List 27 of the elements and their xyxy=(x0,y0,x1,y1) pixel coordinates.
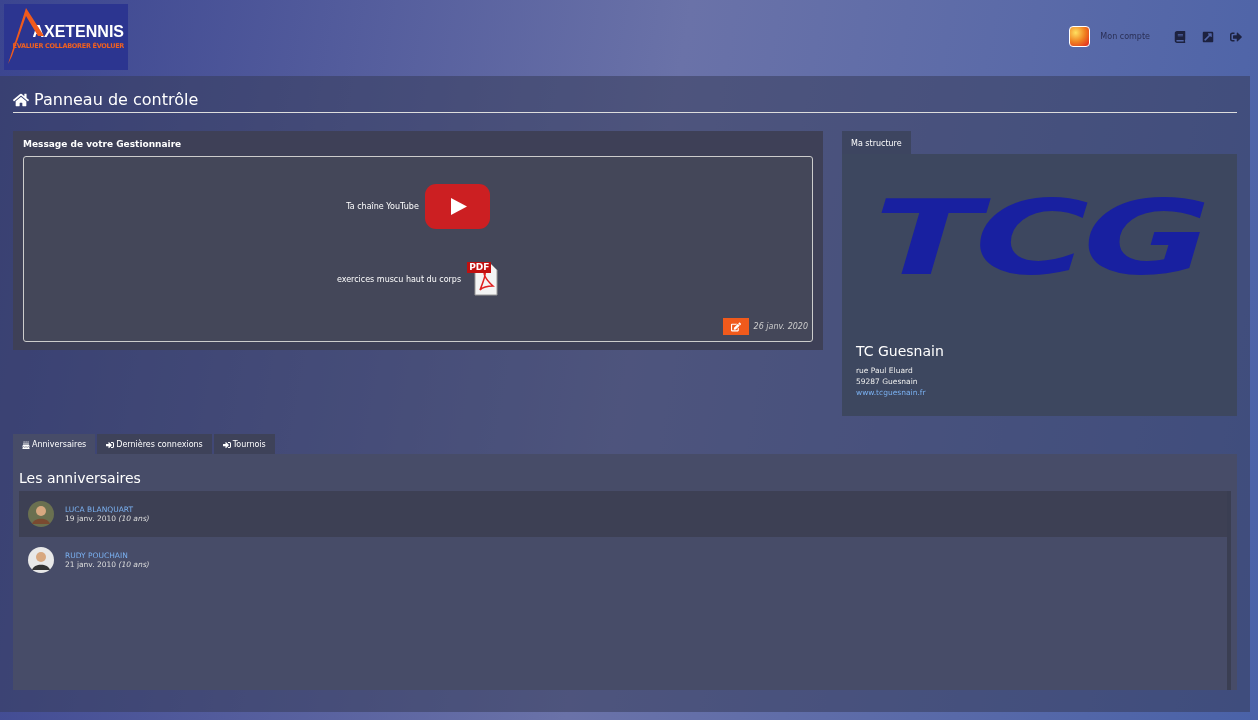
pdf-file-icon[interactable] xyxy=(467,262,500,296)
tab[interactable]: Anniversaires xyxy=(13,434,96,454)
panel-title: Message de votre Gestionnaire xyxy=(23,139,183,149)
home-icon xyxy=(13,91,29,108)
club-name: TC Guesnain xyxy=(856,343,945,359)
attachment-label: Ta chaîne YouTube xyxy=(346,202,419,211)
cake-icon xyxy=(22,440,30,449)
external-link-icon[interactable] xyxy=(1202,30,1214,43)
tab[interactable]: Tournois xyxy=(213,434,275,454)
section-title: Les anniversaires xyxy=(19,470,142,486)
edit-button[interactable] xyxy=(722,318,749,335)
play-button-icon[interactable] xyxy=(424,184,490,229)
book-icon[interactable] xyxy=(1174,30,1186,43)
message-date: 26 janv. 2020 xyxy=(753,322,808,331)
tab[interactable]: Dernières connexions xyxy=(97,434,212,454)
club-logo: TCG xyxy=(873,186,1206,290)
sign-in-icon xyxy=(106,440,115,449)
account-avatar-icon[interactable] xyxy=(1069,26,1091,47)
attachment-label: exercices muscu haut du corps xyxy=(336,274,462,284)
page-title: Panneau de contrôle xyxy=(34,90,199,109)
edit-icon xyxy=(730,321,741,332)
avatar-icon xyxy=(28,501,54,527)
avatar-icon xyxy=(28,547,54,573)
sign-in-icon xyxy=(222,440,231,449)
structure-tab[interactable]: Ma structure xyxy=(842,131,911,154)
pdf-label: PDF xyxy=(469,262,490,273)
logout-icon[interactable] xyxy=(1230,30,1242,43)
